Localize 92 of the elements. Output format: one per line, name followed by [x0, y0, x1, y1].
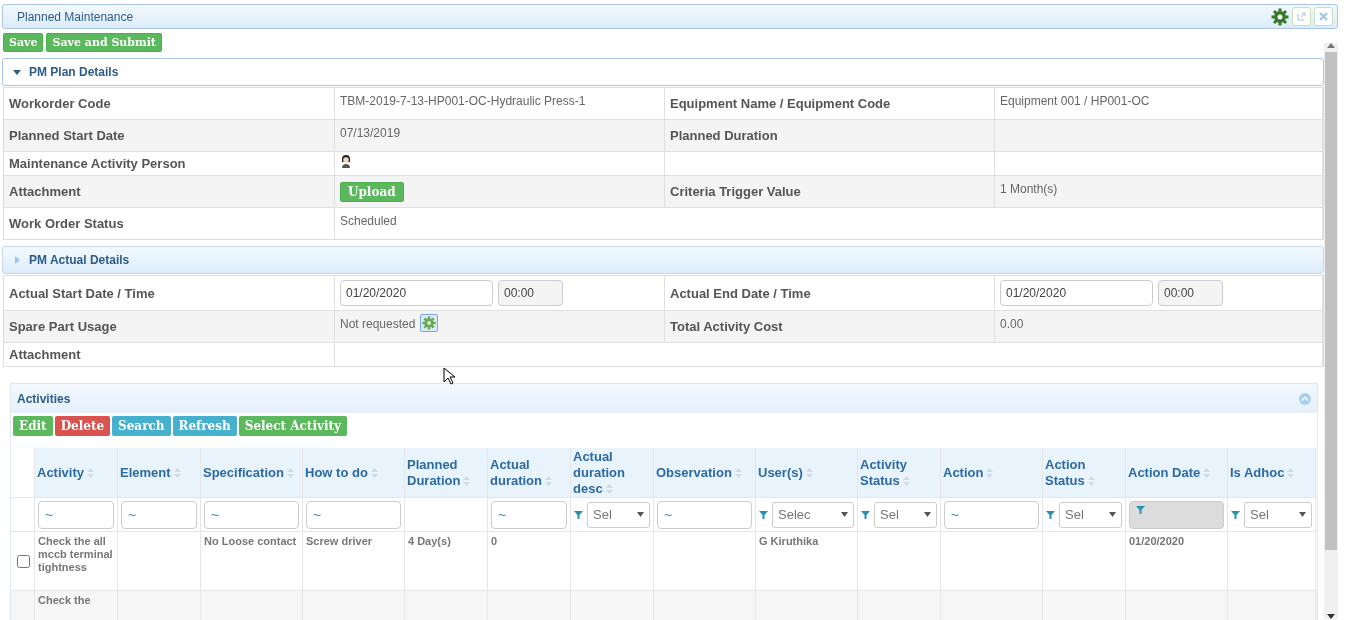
- filter-field[interactable]: ~: [204, 500, 299, 529]
- mouse-cursor-icon: [443, 367, 455, 385]
- field-label: Workorder Code: [9, 96, 111, 111]
- filter-dropdown[interactable]: Sel: [874, 501, 937, 528]
- section-header[interactable]: PM Plan Details: [2, 58, 1324, 86]
- caret-right-icon: [13, 256, 21, 264]
- time-field[interactable]: 00:00: [498, 280, 563, 306]
- date-field[interactable]: 01/20/2020: [1000, 280, 1153, 306]
- close-icon: [1319, 12, 1328, 21]
- scroll-down-icon[interactable]: [1327, 614, 1335, 619]
- sort-icon[interactable]: [805, 468, 813, 479]
- filter-icon[interactable]: [1046, 510, 1055, 519]
- person-icon: [340, 154, 352, 168]
- caret-down-icon: [637, 512, 644, 517]
- caret-down-icon: [1109, 512, 1116, 517]
- field-value: Scheduled: [340, 214, 397, 228]
- collapse-icon[interactable]: [1299, 392, 1311, 405]
- table-cell: No Loose contact: [204, 535, 297, 548]
- scroll-up-icon[interactable]: [1327, 43, 1335, 48]
- settings-icon[interactable]: [1271, 7, 1289, 26]
- sort-icon[interactable]: [463, 476, 471, 487]
- window-title: Planned Maintenance: [17, 9, 134, 24]
- filter-dropdown[interactable]: Sel: [1059, 501, 1122, 528]
- section-header[interactable]: PM Actual Details: [2, 246, 1324, 274]
- filter-icon[interactable]: [574, 510, 583, 519]
- field-label: Equipment Name / Equipment Code: [670, 96, 891, 111]
- filter-dropdown[interactable]: Sel: [587, 501, 650, 528]
- filter-icon[interactable]: [1231, 510, 1240, 519]
- popout-icon: [1297, 12, 1306, 21]
- sort-icon[interactable]: [1287, 468, 1295, 479]
- scrollbar[interactable]: [1324, 43, 1338, 619]
- field-value: 1 Month(s): [1000, 182, 1058, 196]
- field-label: Spare Part Usage: [9, 319, 117, 334]
- sort-icon[interactable]: [605, 484, 613, 495]
- table-cell: Check the: [38, 594, 91, 607]
- filter-field[interactable]: ~: [944, 500, 1039, 529]
- sort-icon[interactable]: [86, 468, 94, 479]
- caret-down-icon: [13, 68, 21, 76]
- filter-icon: [1136, 505, 1145, 514]
- filter-field[interactable]: ~: [657, 500, 752, 529]
- row-checkbox[interactable]: [16, 554, 30, 568]
- field-value: Equipment 001 / HP001-OC: [1000, 94, 1150, 108]
- field-label: Actual Start Date / Time: [9, 285, 155, 301]
- date-field[interactable]: 01/20/2020: [340, 280, 493, 306]
- close-button[interactable]: [1314, 7, 1333, 26]
- section-title: PM Actual Details: [29, 253, 130, 267]
- field-label: Total Activity Cost: [670, 319, 783, 334]
- field-label: Attachment: [9, 184, 81, 199]
- sort-icon[interactable]: [173, 468, 181, 479]
- filter-icon[interactable]: [861, 510, 870, 519]
- column-header[interactable]: User(s): [758, 464, 813, 481]
- filter-dropdown[interactable]: Sel: [1244, 501, 1312, 528]
- field-value: 0.00: [1000, 317, 1024, 331]
- section-title: PM Plan Details: [29, 65, 119, 79]
- sort-icon[interactable]: [286, 468, 294, 479]
- filter-field[interactable]: ~: [38, 500, 114, 529]
- sort-icon[interactable]: [986, 468, 994, 479]
- sort-icon[interactable]: [1203, 468, 1211, 479]
- field-value: 07/13/2019: [340, 126, 401, 140]
- filter-icon[interactable]: [759, 510, 768, 519]
- time-field[interactable]: 00:00: [1158, 280, 1223, 306]
- field-label: Maintenance Activity Person: [9, 156, 186, 171]
- column-header[interactable]: Action: [943, 464, 994, 481]
- caret-down-icon: [924, 512, 931, 517]
- table-cell: Screw driver: [306, 535, 373, 548]
- table-cell: 01/20/2020: [1129, 535, 1185, 548]
- field-value: Not requested: [340, 317, 416, 331]
- caret-down-icon: [841, 512, 848, 517]
- field-label: Planned Start Date: [9, 128, 125, 143]
- sort-icon[interactable]: [902, 476, 910, 487]
- table-cell: 0: [491, 535, 498, 548]
- filter-field[interactable]: ~: [306, 500, 401, 529]
- sort-icon[interactable]: [545, 476, 552, 487]
- filter-dropdown[interactable]: Selec: [772, 501, 854, 528]
- table-cell: 4 Day(s): [408, 535, 451, 548]
- field-label: Planned Duration: [670, 128, 778, 143]
- caret-down-icon: [1299, 512, 1306, 517]
- field-label: Criteria Trigger Value: [670, 184, 801, 199]
- table-cell: G Kiruthika: [759, 535, 819, 548]
- field-label: Actual End Date / Time: [670, 285, 811, 301]
- sort-icon[interactable]: [370, 468, 378, 479]
- field-value: TBM-2019-7-13-HP001-OC-Hydraulic Press-1: [340, 94, 586, 108]
- field-label: Attachment: [9, 347, 81, 362]
- filter-field[interactable]: ~: [121, 500, 197, 529]
- panel-title: Activities: [17, 391, 71, 406]
- action-button[interactable]: Delete: [54, 416, 111, 436]
- sort-icon[interactable]: [734, 468, 742, 479]
- field-label: Work Order Status: [9, 216, 124, 231]
- gear-button[interactable]: [420, 314, 439, 332]
- filter-field[interactable]: ~: [491, 500, 567, 529]
- sort-icon[interactable]: [1087, 476, 1095, 487]
- table-cell: Check the all mccb terminal tightness: [38, 535, 114, 574]
